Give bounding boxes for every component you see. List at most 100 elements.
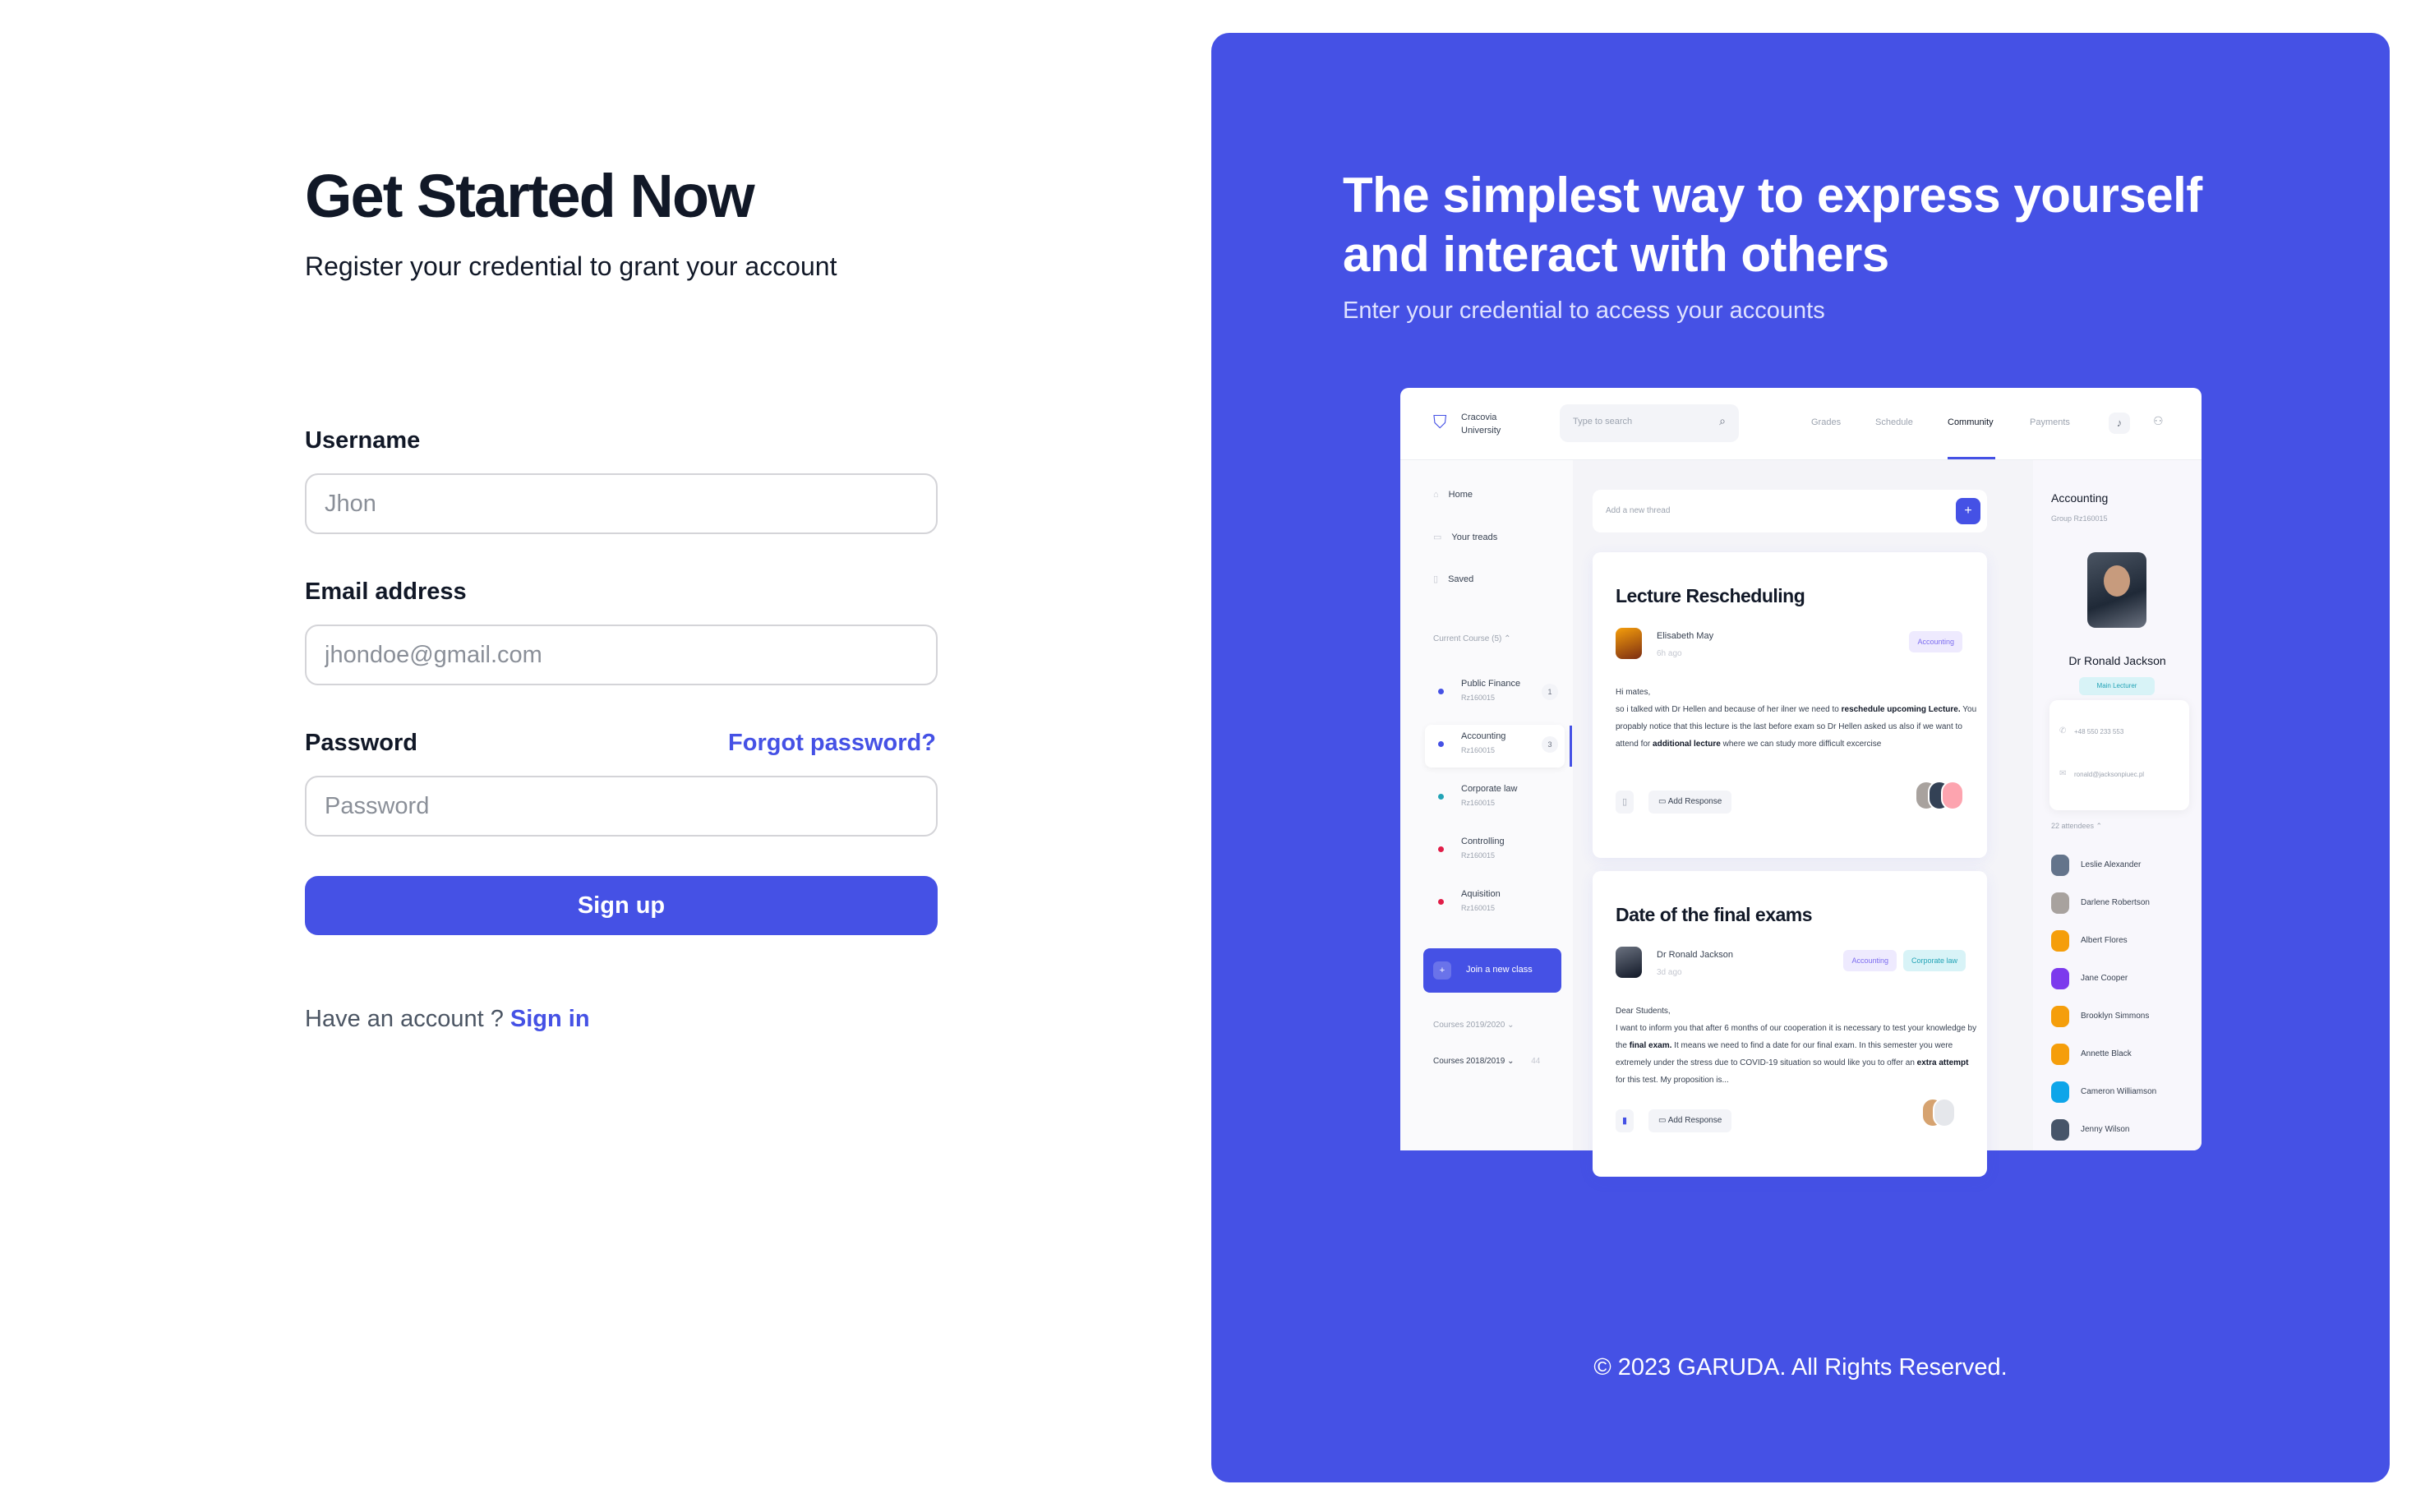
copyright-text: © 2023 GARUDA. All Rights Reserved. bbox=[1593, 1354, 2008, 1381]
post-text-1: so i talked with Dr Hellen and because o… bbox=[1616, 705, 1842, 714]
post-tag: Accounting bbox=[1909, 631, 1962, 652]
sign-in-link[interactable]: Sign in bbox=[510, 1006, 590, 1032]
course-name: Corporate law bbox=[1461, 784, 1518, 794]
post-title: Date of the final exams bbox=[1616, 904, 1813, 925]
bell-icon: ♪ bbox=[2109, 413, 2130, 434]
post-author-avatar bbox=[1616, 628, 1642, 659]
course-code: Rz160015 bbox=[1461, 694, 1496, 702]
mockup-email: ronald@jacksonpiuec.pl bbox=[2074, 771, 2145, 778]
add-user-icon: + bbox=[1433, 961, 1451, 980]
attendee-avatar bbox=[2051, 968, 2069, 989]
post-author: Elisabeth May bbox=[1657, 631, 1714, 641]
post-bold-1: final exam. bbox=[1629, 1041, 1672, 1050]
lecturer-photo bbox=[2087, 552, 2146, 628]
course-dot bbox=[1438, 846, 1444, 852]
attendee-avatar bbox=[2051, 1006, 2069, 1027]
mockup-lecturer-badge: Main Lecturer bbox=[2079, 677, 2155, 695]
post-tag: Accounting bbox=[1843, 950, 1897, 971]
mockup-course-item: Public Finance Rz160015 1 bbox=[1425, 672, 1565, 715]
sign-up-button[interactable]: Sign up bbox=[305, 876, 938, 935]
attendee-avatar bbox=[2051, 930, 2069, 952]
mockup-new-thread-input: Add a new thread + bbox=[1593, 490, 1987, 532]
mockup-thread-placeholder: Add a new thread bbox=[1606, 506, 1671, 515]
mockup-nav-payments: Payments bbox=[2030, 417, 2070, 427]
post-greeting: Dear Students, bbox=[1616, 1007, 1671, 1016]
course-dot bbox=[1438, 689, 1444, 694]
post-bold-1: reschedule upcoming Lecture. bbox=[1841, 705, 1961, 714]
mockup-lecturer-name: Dr Ronald Jackson bbox=[2068, 654, 2166, 667]
mockup-courses-2018-label: Courses 2018/2019 bbox=[1433, 1057, 1505, 1066]
mockup-sidebar-home: ⌂ Home bbox=[1433, 490, 1473, 500]
bookmark-icon: ▯ bbox=[1433, 574, 1439, 584]
course-badge: 3 bbox=[1542, 736, 1558, 753]
mockup-topbar: ⛉ Cracovia University Type to search ⌕ G… bbox=[1400, 388, 2202, 460]
mockup-course-item: Corporate law Rz160015 bbox=[1425, 777, 1565, 820]
attendee-name: Annette Black bbox=[2081, 1049, 2132, 1058]
course-name: Aquisition bbox=[1461, 889, 1501, 899]
username-label: Username bbox=[305, 427, 421, 454]
course-code: Rz160015 bbox=[1461, 799, 1496, 807]
mockup-feed: Add a new thread + Lecture Rescheduling … bbox=[1573, 460, 2033, 1177]
participant-avatar bbox=[1933, 1098, 1956, 1127]
attendee-name: Jenny Wilson bbox=[2081, 1125, 2130, 1134]
course-dot bbox=[1438, 899, 1444, 905]
mockup-selected-indicator bbox=[1570, 726, 1572, 767]
signup-page: Get Started Now Register your credential… bbox=[0, 0, 2416, 1512]
lecturer-face bbox=[2104, 565, 2130, 597]
password-input[interactable] bbox=[305, 776, 938, 837]
attendee-name: Albert Flores bbox=[2081, 936, 2128, 945]
course-code: Rz160015 bbox=[1461, 904, 1496, 912]
mockup-nav-grades: Grades bbox=[1811, 417, 1842, 427]
add-response-label: Add Response bbox=[1667, 1116, 1722, 1125]
course-dot bbox=[1438, 741, 1444, 747]
home-icon: ⌂ bbox=[1433, 490, 1439, 500]
mockup-nav-schedule: Schedule bbox=[1875, 417, 1913, 427]
search-icon: ⌕ bbox=[1719, 414, 1726, 427]
mockup-sidebar-treads-label: Your treads bbox=[1451, 532, 1498, 542]
attendee-name: Brooklyn Simmons bbox=[2081, 1012, 2150, 1021]
mockup-attendees-label: 22 attendees bbox=[2051, 822, 2095, 830]
forgot-password-link[interactable]: Forgot password? bbox=[728, 730, 936, 757]
mockup-nav-underline bbox=[1948, 457, 1995, 459]
mockup-join-label: Join a new class bbox=[1466, 965, 1533, 975]
mockup-sidebar-saved: ▯ Saved bbox=[1433, 574, 1473, 584]
course-name: Controlling bbox=[1461, 837, 1505, 846]
attendee-avatar bbox=[2051, 1119, 2069, 1141]
app-preview-mockup: ⛉ Cracovia University Type to search ⌕ G… bbox=[1400, 388, 2202, 1177]
shield-icon: ⛉ bbox=[1433, 412, 1447, 432]
add-response-button: ▭ Add Response bbox=[1648, 1109, 1732, 1132]
post-bold-2: additional lecture bbox=[1653, 740, 1721, 749]
mockup-sidebar-home-label: Home bbox=[1448, 490, 1473, 500]
mockup-attendees-count: 22 attendees ⌃ bbox=[2051, 822, 2103, 830]
mockup-sidebar-saved-label: Saved bbox=[1448, 574, 1474, 584]
have-account-text: Have an account ? Sign in bbox=[305, 1006, 590, 1033]
mockup-course-item: Controlling Rz160015 bbox=[1425, 830, 1565, 873]
post-bold-2: extra attempt bbox=[1916, 1058, 1969, 1067]
mockup-contact-card: ✆ +48 550 233 553 ✉ ronald@jacksonpiuec.… bbox=[2049, 700, 2189, 810]
mockup-search-placeholder: Type to search bbox=[1573, 417, 1633, 426]
participants-group bbox=[1915, 1098, 1962, 1132]
bookmark-icon: ▮ bbox=[1616, 1109, 1634, 1132]
post-author: Dr Ronald Jackson bbox=[1657, 950, 1733, 960]
course-badge: 1 bbox=[1542, 684, 1558, 700]
attendee-name: Jane Cooper bbox=[2081, 974, 2128, 983]
post-greeting: Hi mates, bbox=[1616, 688, 1651, 697]
attendee-name: Leslie Alexander bbox=[2081, 860, 2142, 869]
email-input[interactable] bbox=[305, 625, 938, 685]
mockup-join-class-button: + Join a new class bbox=[1423, 948, 1561, 993]
add-response-button: ▭ Add Response bbox=[1648, 791, 1732, 814]
mockup-post-card: Date of the final exams Dr Ronald Jackso… bbox=[1593, 871, 1987, 1177]
course-code: Rz160015 bbox=[1461, 746, 1496, 754]
mockup-course-title: Accounting bbox=[2051, 491, 2109, 505]
mockup-sidebar: ⌂ Home ▭ Your treads ▯ Saved Current Course… bbox=[1400, 460, 1573, 1150]
mockup-courses-2019: Courses 2019/2020 ⌄ bbox=[1433, 1021, 1515, 1030]
post-time: 3d ago bbox=[1657, 968, 1682, 977]
username-input[interactable] bbox=[305, 473, 938, 534]
mockup-courses-2018: Courses 2018/2019 ⌄ 44 bbox=[1433, 1057, 1541, 1066]
participants-group bbox=[1915, 781, 1964, 815]
plus-icon: + bbox=[1956, 498, 1980, 524]
promo-headline: The simplest way to express yourself and… bbox=[1343, 168, 2202, 282]
post-tag: Corporate law bbox=[1902, 950, 1966, 971]
mockup-course-item: Aquisition Rz160015 bbox=[1425, 883, 1565, 925]
password-label: Password bbox=[305, 730, 417, 756]
